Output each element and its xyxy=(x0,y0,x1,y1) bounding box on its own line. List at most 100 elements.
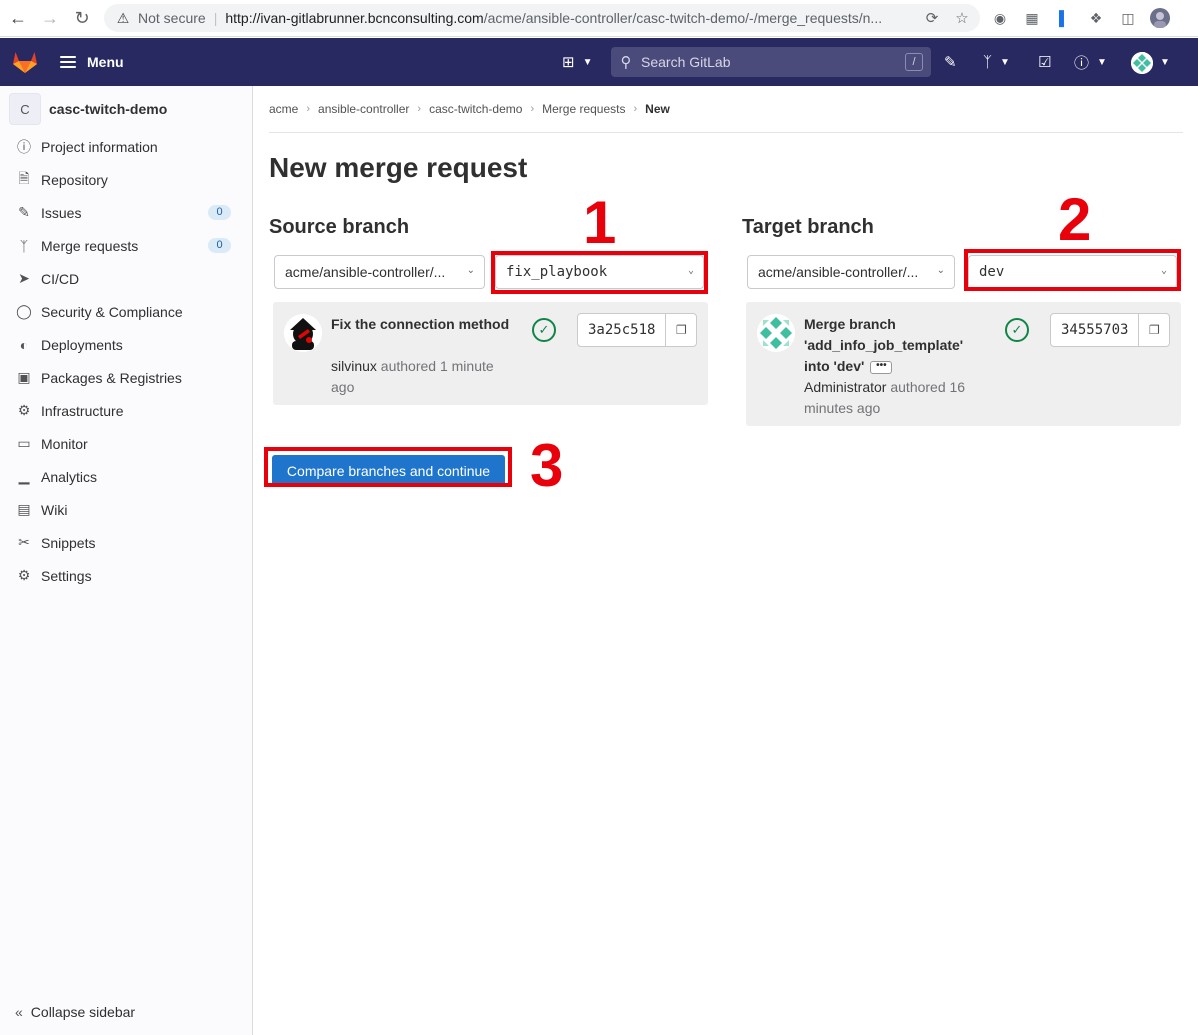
book-icon: ▤ xyxy=(17,501,31,517)
sidebar-item-settings[interactable]: ⚙ Settings xyxy=(0,559,253,592)
sidebar-item-packages[interactable]: ▣ Packages & Registries xyxy=(0,361,253,394)
target-branch-section: Target branch acme/ansible-controller/..… xyxy=(742,216,1182,426)
breadcrumb-item-merge-requests[interactable]: Merge requests xyxy=(542,102,625,116)
sidebar-item-project-information[interactable]: ⓘ Project information xyxy=(0,130,253,163)
source-commit-card: Fix the connection method silvinux autho… xyxy=(273,302,708,405)
settings-icon: ⚙ xyxy=(17,567,31,583)
project-header[interactable]: C casc-twitch-demo xyxy=(9,93,167,125)
sidebar-item-label: Infrastructure xyxy=(41,402,124,419)
expand-description-button[interactable]: ••• xyxy=(870,360,893,374)
collapse-sidebar-label: Collapse sidebar xyxy=(30,1004,136,1020)
chevron-down-icon[interactable]: ▼ xyxy=(1160,51,1170,73)
extension-qr-icon[interactable]: ▦ xyxy=(1021,7,1043,29)
breadcrumb-current[interactable]: New xyxy=(645,102,670,116)
share-icon[interactable]: ⟳ xyxy=(920,9,944,27)
target-commit-title[interactable]: Merge branch 'add_info_job_template' int… xyxy=(804,314,974,377)
menu-button[interactable]: Menu xyxy=(60,51,124,73)
scissors-icon: ✂ xyxy=(18,534,30,550)
target-project-dropdown[interactable]: acme/ansible-controller/... ⌄ xyxy=(747,255,955,289)
target-commit-author[interactable]: Administrator xyxy=(804,379,886,395)
profile-avatar-icon[interactable] xyxy=(1149,7,1171,29)
sidebar-item-issues[interactable]: ✎ Issues 0 xyxy=(0,196,253,229)
annotation-number-1: 1 xyxy=(583,189,617,256)
sidebar-item-security[interactable]: ◯ Security & Compliance xyxy=(0,295,253,328)
sidebar-item-label: CI/CD xyxy=(41,270,80,287)
page-title: New merge request xyxy=(269,152,528,183)
new-item-dropdown[interactable]: ⊞ ▼ xyxy=(562,51,592,73)
warning-icon: ⚠ xyxy=(116,9,130,26)
back-arrow-icon[interactable]: ← xyxy=(2,2,34,34)
collapse-sidebar-button[interactable]: « Collapse sidebar xyxy=(15,1004,135,1020)
url-text: http://ivan-gitlabrunner.bcnconsulting.c… xyxy=(225,10,915,26)
todo-check-icon[interactable]: ☑ xyxy=(1038,51,1051,73)
menu-label: Menu xyxy=(87,54,124,70)
chevron-down-icon: ▼ xyxy=(582,56,593,68)
breadcrumb-item-ansible-controller[interactable]: ansible-controller xyxy=(318,102,409,116)
source-branch-section: Source branch acme/ansible-controller/..… xyxy=(269,216,709,405)
extension-globe-icon[interactable]: ◉ xyxy=(989,7,1011,29)
monitor-icon: ▭ xyxy=(17,435,31,451)
search-input[interactable]: ⚲ Search GitLab / xyxy=(611,47,931,77)
sidebar-item-monitor[interactable]: ▭ Monitor xyxy=(0,427,253,460)
copy-icon[interactable]: ❐ xyxy=(1139,314,1169,346)
gitlab-logo-icon[interactable] xyxy=(12,50,38,74)
chevron-down-icon: ⌄ xyxy=(936,265,945,276)
gitlab-top-bar: Menu ⊞ ▼ ⚲ Search GitLab / ✎ ᛉ ▼ ☑ ⓘ ▼ ▼ xyxy=(0,38,1198,86)
sidebar-item-ci-cd[interactable]: ➤ CI/CD xyxy=(0,262,253,295)
sidebar-item-label: Packages & Registries xyxy=(41,369,182,386)
sidebar-item-repository[interactable]: 🗎 Repository xyxy=(0,163,253,196)
breadcrumb-item-project[interactable]: casc-twitch-demo xyxy=(429,102,522,116)
source-commit-title[interactable]: Fix the connection method xyxy=(331,314,511,335)
extensions-puzzle-icon[interactable]: ❖ xyxy=(1085,7,1107,29)
source-sha-text[interactable]: 3a25c518 xyxy=(578,314,667,346)
sidebar-item-wiki[interactable]: ▤ Wiki xyxy=(0,493,253,526)
pipeline-passed-icon[interactable]: ✓ xyxy=(532,318,556,342)
sidebar-item-snippets[interactable]: ✂ Snippets xyxy=(0,526,253,559)
source-project-dropdown[interactable]: acme/ansible-controller/... ⌄ xyxy=(274,255,485,289)
sidebar-item-deployments[interactable]: ◐ Deployments xyxy=(0,328,253,361)
sidebar-item-label: Settings xyxy=(41,567,92,584)
source-project-value: acme/ansible-controller/... xyxy=(285,264,446,280)
omnibox-divider: | xyxy=(213,10,218,26)
source-commit-author[interactable]: silvinux xyxy=(331,358,377,374)
browser-toolbar: ← → ↻ ⚠ Not secure | http://ivan-gitlabr… xyxy=(0,0,1198,37)
user-avatar[interactable] xyxy=(1131,52,1153,74)
breadcrumb-item-acme[interactable]: acme xyxy=(269,102,298,116)
sidebar-item-merge-requests[interactable]: ᛉ Merge requests 0 xyxy=(0,229,253,262)
bookmark-star-icon[interactable]: ☆ xyxy=(950,9,974,27)
extension-blue-icon[interactable]: ▌ xyxy=(1053,7,1075,29)
merge-requests-count-badge: 0 xyxy=(208,238,231,253)
sidebar-item-infrastructure[interactable]: ⚙ Infrastructure xyxy=(0,394,253,427)
sidebar-item-label: Merge requests xyxy=(41,237,139,254)
sidepanel-icon[interactable]: ◫ xyxy=(1117,7,1139,29)
issues-icon: ✎ xyxy=(18,204,30,220)
help-icon: ⓘ xyxy=(1074,54,1090,72)
sidebar-item-label: Analytics xyxy=(41,468,98,485)
sidebar-item-label: Wiki xyxy=(41,501,68,518)
project-avatar: C xyxy=(9,93,41,125)
target-sha-text[interactable]: 34555703 xyxy=(1051,314,1140,346)
url-path: /acme/ansible-controller/casc-twitch-dem… xyxy=(483,10,883,26)
hamburger-icon xyxy=(60,56,76,68)
merge-request-icon: ᛉ xyxy=(19,237,29,254)
help-dropdown[interactable]: ⓘ ▼ xyxy=(1074,51,1107,73)
merge-requests-dropdown[interactable]: ᛉ ▼ xyxy=(983,51,1010,73)
info-icon: ⓘ xyxy=(17,138,31,155)
pipeline-passed-icon[interactable]: ✓ xyxy=(1005,318,1029,342)
sidebar-item-analytics[interactable]: ▁ Analytics xyxy=(0,460,253,493)
target-project-value: acme/ansible-controller/... xyxy=(758,264,919,280)
forward-arrow-icon[interactable]: → xyxy=(34,2,66,34)
issues-icon[interactable]: ✎ xyxy=(944,51,957,73)
chevron-right-icon: › xyxy=(306,103,311,115)
security-label: Not secure xyxy=(138,10,206,26)
source-commit-meta: silvinux authored 1 minute ago xyxy=(331,356,506,398)
merge-request-icon: ᛉ xyxy=(983,53,993,71)
sidebar-item-label: Snippets xyxy=(41,534,96,551)
address-bar[interactable]: ⚠ Not secure | http://ivan-gitlabrunner.… xyxy=(104,4,980,32)
reload-icon[interactable]: ↻ xyxy=(66,2,98,34)
author-avatar xyxy=(284,314,322,352)
copy-icon[interactable]: ❐ xyxy=(666,314,696,346)
package-icon: ▣ xyxy=(17,369,31,385)
target-commit-sha: 34555703 ❐ xyxy=(1050,313,1171,347)
project-sidebar: C casc-twitch-demo ⓘ Project information… xyxy=(0,86,253,1035)
